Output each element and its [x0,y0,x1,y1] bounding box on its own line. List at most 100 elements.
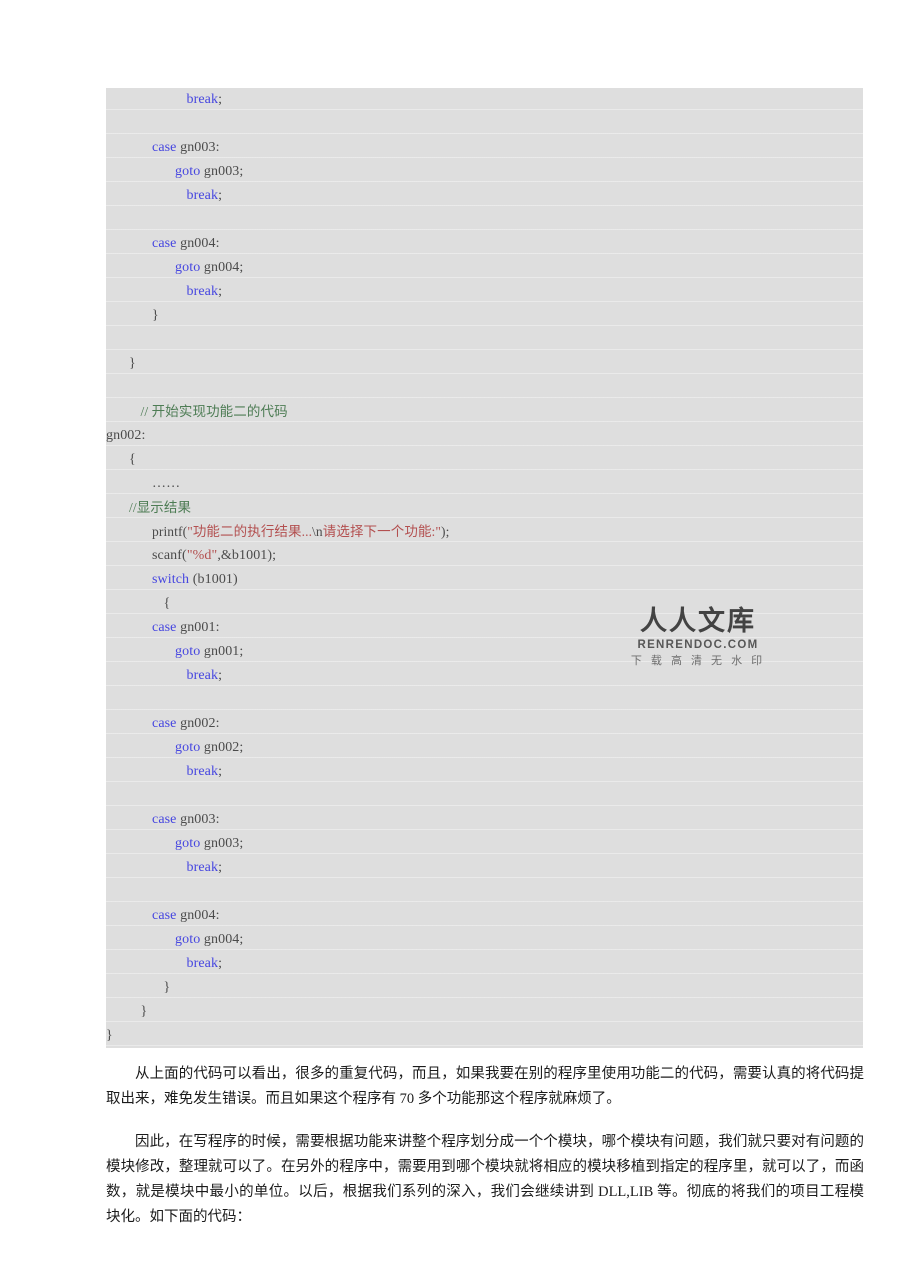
body-text: 从上面的代码可以看出，很多的重复代码，而且，如果我要在别的程序里使用功能二的代码… [106,1062,864,1248]
code-token-id: gn004; [200,260,244,275]
code-line: case gn002: [106,712,863,736]
code-token-id: gn003: [176,140,220,155]
code-line: } [106,976,863,1000]
code-token-kw: goto [175,932,201,947]
code-token-id: gn003: [176,812,220,827]
code-token-str: "%d" [186,548,218,563]
code-line: goto gn004; [106,928,863,952]
code-token-id: gn003; [200,164,244,179]
paragraph: 因此，在写程序的时候，需要根据功能来讲整个程序划分成一个个模块，哪个模块有问题，… [106,1134,864,1225]
code-line: //显示结果 [106,496,863,520]
code-line: } [106,1000,863,1024]
code-line: } [106,304,863,328]
watermark: 人人文库 RENRENDOC.COM 下 载 高 清 无 水 印 [618,606,778,669]
code-token-id: gn002; [200,740,244,755]
code-line: break; [106,952,863,976]
code-token-kw: goto [175,164,201,179]
code-token-id: printf( [152,524,188,539]
code-token-str: "功能二的执行结果... [187,524,313,539]
code-line: …… [106,472,863,496]
code-line: goto gn002; [106,736,863,760]
code-token-kw: goto [175,740,201,755]
code-token-id: gn004: [176,236,220,251]
code-line: case gn004: [106,904,863,928]
code-token-id: gn002: [176,716,220,731]
code-token-pun: ; [218,956,223,971]
code-token-kw: goto [175,260,201,275]
code-token-kw: break [186,860,219,875]
code-token-id: ,&b1001); [217,548,277,563]
code-line: scanf("%d",&b1001); [106,544,863,568]
code-token-pun: ; [218,284,223,299]
code-token-kw: break [186,284,219,299]
code-token-lbl: gn002: [106,428,146,443]
code-token-kw: break [186,668,219,683]
code-line: switch (b1001) [106,568,863,592]
code-token-kw: goto [175,836,201,851]
code-token-pun: } [106,1028,113,1043]
code-token-id: gn001; [200,644,244,659]
code-line: break; [106,184,863,208]
code-line: break; [106,760,863,784]
code-token-id: (b1001) [189,572,238,587]
code-token-kw: break [186,956,219,971]
code-line: printf("功能二的执行结果...\n请选择下一个功能:"); [106,520,863,544]
code-token-kw: case [152,812,177,827]
code-token-cmt: // 开始实现功能二的代码 [140,404,288,419]
code-token-kw: case [152,716,177,731]
code-listing: break; case gn003: goto gn003; break; case g… [106,88,863,1048]
code-token-kw: case [152,236,177,251]
code-line: goto gn003; [106,832,863,856]
code-token-pun: ; [218,668,223,683]
code-token-kw: case [152,140,177,155]
code-token-pun: ; [218,92,223,107]
code-token-kw: break [186,92,219,107]
code-line: gn002: [106,424,863,448]
watermark-title: 人人文库 [640,606,756,637]
code-line: // 开始实现功能二的代码 [106,400,863,424]
code-token-kw: break [186,188,219,203]
code-token-id: gn004: [176,908,220,923]
watermark-site: RENRENDOC.COM [637,639,759,651]
code-line: goto gn003; [106,160,863,184]
code-token-id: ); [441,524,450,539]
code-token-kw: case [152,620,177,635]
code-token-pun: …… [152,476,181,491]
code-line: { [106,448,863,472]
code-token-kw: case [152,908,177,923]
code-token-pun: } [140,1004,148,1019]
code-line: } [106,1024,863,1048]
code-token-pun: ; [218,764,223,779]
code-token-pun: { [129,452,136,467]
code-token-pun: } [152,308,159,323]
code-token-pun: } [163,980,171,995]
code-token-pun: { [163,596,171,611]
code-line: goto gn004; [106,256,863,280]
code-token-id: \n [312,524,323,539]
code-token-id: gn001: [176,620,220,635]
code-line: break; [106,856,863,880]
code-line: } [106,352,863,376]
code-token-id: gn003; [200,836,244,851]
code-line: break; [106,280,863,304]
code-token-id: gn004; [200,932,244,947]
code-token-pun: ; [218,188,223,203]
document-page: break; case gn003: goto gn003; break; case g… [0,0,904,1280]
code-line: case gn003: [106,808,863,832]
code-token-pun: } [129,356,136,371]
code-line: case gn003: [106,136,863,160]
code-token-pun: ; [218,860,223,875]
code-token-cmt: //显示结果 [129,500,192,515]
code-token-str: 请选择下一个功能:" [322,524,442,539]
paragraph: 从上面的代码可以看出，很多的重复代码，而且，如果我要在别的程序里使用功能二的代码… [106,1066,864,1107]
code-token-kw: switch [152,572,190,587]
code-token-kw: goto [175,644,201,659]
code-line: case gn004: [106,232,863,256]
